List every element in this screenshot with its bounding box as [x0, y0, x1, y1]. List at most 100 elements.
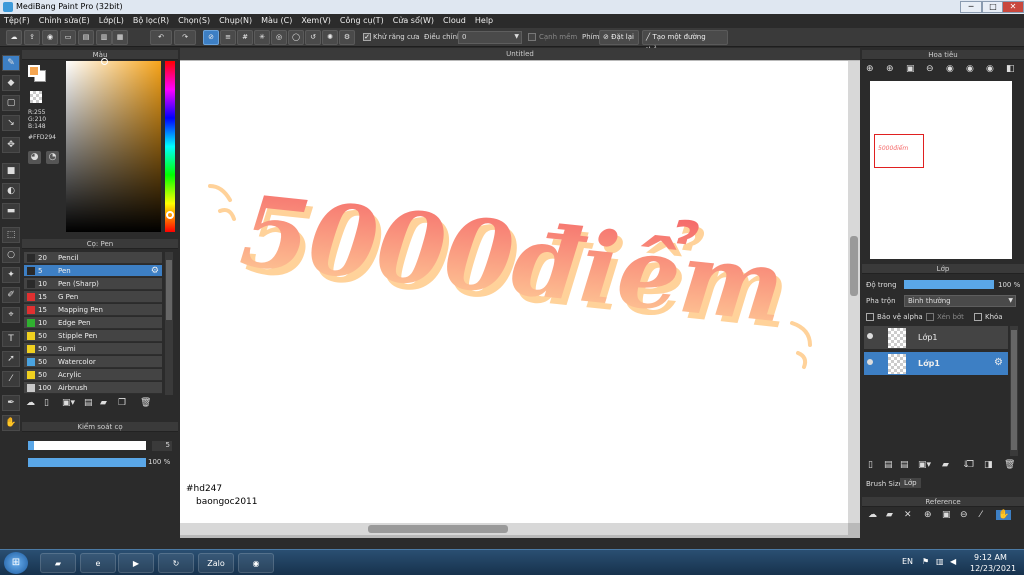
ref-hand-icon[interactable]: ✋: [996, 510, 1012, 520]
vscroll-thumb[interactable]: [850, 236, 858, 296]
language-indicator[interactable]: EN: [902, 557, 913, 566]
brush-item[interactable]: 100 Airbrush: [24, 382, 162, 394]
tray-flag-icon[interactable]: ⚑: [922, 557, 929, 566]
duplicate-layer-icon[interactable]: ❐: [966, 460, 974, 470]
menu-select[interactable]: Chọn(S): [178, 14, 210, 28]
brush-settings-icon[interactable]: ▤: [84, 398, 93, 408]
comment-icon[interactable]: ▭: [60, 30, 76, 45]
protect-alpha-checkbox[interactable]: [866, 313, 874, 321]
gradient-tool-icon[interactable]: ▬: [2, 203, 20, 219]
brush-item[interactable]: 15 Mapping Pen: [24, 304, 162, 316]
drawing-canvas[interactable]: 5000điểm 5000điểm #hd247 baongoc2011: [180, 61, 848, 523]
horizontal-scrollbar[interactable]: [180, 523, 848, 535]
flip-icon[interactable]: ◧: [1006, 64, 1015, 74]
navigator-preview[interactable]: 5000điểm: [870, 81, 1012, 259]
brush-item[interactable]: 10 Edge Pen: [24, 317, 162, 329]
snap-settings-icon[interactable]: ⚙: [339, 30, 355, 45]
snap-off-icon[interactable]: ⊘: [203, 30, 219, 45]
menu-cloud[interactable]: Cloud: [443, 14, 466, 28]
text-tool-icon[interactable]: T: [2, 331, 20, 347]
new-brush-icon[interactable]: ▯: [44, 398, 49, 408]
zoom-out-icon[interactable]: ⊖: [926, 64, 934, 74]
hand-tool-icon[interactable]: ✋: [2, 415, 20, 431]
brush-item[interactable]: 10 Pen (Sharp): [24, 278, 162, 290]
snap-grid-icon[interactable]: #: [237, 30, 253, 45]
ref-fit-icon[interactable]: ▣: [942, 510, 951, 520]
clock-date[interactable]: 12/23/2021: [970, 564, 1016, 573]
brush-settings-gear-icon[interactable]: ⚙: [151, 265, 159, 277]
blend-select[interactable]: Bình thường ▼: [904, 295, 1016, 307]
duplicate-brush-icon[interactable]: ❐: [118, 398, 126, 408]
palette-icon[interactable]: ◕: [28, 151, 41, 164]
shape-tool-icon[interactable]: ■: [2, 163, 20, 179]
redo-button[interactable]: ↷: [174, 30, 196, 45]
scrollbar-thumb[interactable]: [1011, 330, 1017, 450]
brush-item[interactable]: 15 G Pen: [24, 291, 162, 303]
tray-network-icon[interactable]: ▥: [936, 557, 944, 566]
brush-tool-icon[interactable]: ✎: [2, 55, 20, 71]
edge-checkbox[interactable]: [528, 33, 536, 41]
add-layer-menu-icon[interactable]: ▣▾: [918, 460, 931, 470]
media-taskbar-icon[interactable]: ▶: [118, 553, 154, 573]
move-tool-icon[interactable]: ✥: [2, 137, 20, 153]
select-pen-icon[interactable]: ✐: [2, 287, 20, 303]
menu-color[interactable]: Màu (C): [261, 14, 292, 28]
eraser-tool-icon[interactable]: ◆: [2, 75, 20, 91]
transparent-swatch[interactable]: [30, 91, 42, 103]
menu-filter[interactable]: Bộ lọc(R): [133, 14, 169, 28]
cloud-upload-icon[interactable]: ☁: [868, 510, 877, 520]
fill-tool-icon[interactable]: ◐: [2, 183, 20, 199]
document-icon[interactable]: ▤: [78, 30, 94, 45]
hue-slider[interactable]: [165, 61, 175, 232]
delete-layer-icon[interactable]: 🗑: [1004, 460, 1015, 470]
layer-scrollbar[interactable]: [1010, 326, 1018, 456]
hue-cursor[interactable]: [166, 211, 174, 219]
color-picker-icon[interactable]: ◔: [46, 151, 59, 164]
brush-item[interactable]: 50 Acrylic: [24, 369, 162, 381]
select-brush-icon[interactable]: ↘: [2, 115, 20, 131]
dot-tool-icon[interactable]: ▢: [2, 95, 20, 111]
ie-taskbar-icon[interactable]: e: [80, 553, 116, 573]
select-tool-icon[interactable]: ⬚: [2, 227, 20, 243]
add-brush-menu-icon[interactable]: ▣▾: [62, 398, 75, 408]
upload-icon[interactable]: ⇪: [24, 30, 40, 45]
rotate-left-icon[interactable]: ◉: [966, 64, 974, 74]
add-cloud-brush-icon[interactable]: ☁: [26, 398, 35, 408]
new-layer-8bit-icon[interactable]: ▤: [884, 460, 893, 470]
scrollbar-thumb[interactable]: [166, 260, 172, 320]
cloud-icon[interactable]: ☁: [6, 30, 22, 45]
ref-eyedropper-icon[interactable]: ⁄: [980, 510, 982, 520]
layer-row[interactable]: Lớp1 ⚙: [864, 352, 1008, 376]
maximize-button[interactable]: □: [982, 1, 1004, 13]
eyedropper-tool-icon[interactable]: ⁄: [2, 371, 20, 387]
menu-help[interactable]: Help: [475, 14, 493, 28]
start-button[interactable]: ⊞: [4, 552, 28, 574]
snap-vanish-icon[interactable]: ✺: [322, 30, 338, 45]
tab-brush-size[interactable]: Brush Size: [866, 480, 903, 488]
minimize-button[interactable]: ─: [960, 1, 982, 13]
lock-checkbox[interactable]: [974, 313, 982, 321]
chat-icon[interactable]: ◉: [42, 30, 58, 45]
snap-curve-icon[interactable]: ↺: [305, 30, 321, 45]
page-icon[interactable]: ▥: [96, 30, 112, 45]
brush-list-scrollbar[interactable]: [165, 252, 173, 395]
brush-item[interactable]: 50 Sumi: [24, 343, 162, 355]
menu-tools[interactable]: Công cụ(T): [340, 14, 384, 28]
rotate-reset-icon[interactable]: ◉: [946, 64, 954, 74]
canvas-tab[interactable]: Untitled: [180, 48, 860, 60]
clock-time[interactable]: 9:12 AM: [974, 553, 1007, 562]
layer-settings-icon[interactable]: ⚙: [994, 357, 1003, 368]
brush-item[interactable]: 5 Pen ⚙: [24, 265, 162, 277]
brush-opacity-slider[interactable]: [28, 458, 146, 467]
tab-layer[interactable]: Lớp: [900, 478, 921, 488]
brush-item[interactable]: 50 Watercolor: [24, 356, 162, 368]
layer-folder-icon[interactable]: ▰: [942, 460, 949, 470]
chrome-taskbar-icon[interactable]: ◉: [238, 553, 274, 573]
close-ref-icon[interactable]: ✕: [904, 510, 912, 520]
close-button[interactable]: ✕: [1002, 1, 1024, 13]
divide-tool-icon[interactable]: ⌖: [2, 307, 20, 323]
brush-size-value[interactable]: 5: [152, 441, 172, 451]
folder-icon[interactable]: ▰: [100, 398, 107, 408]
layer-row[interactable]: Lớp1: [864, 326, 1008, 350]
snap-radial-icon[interactable]: ✳: [254, 30, 270, 45]
